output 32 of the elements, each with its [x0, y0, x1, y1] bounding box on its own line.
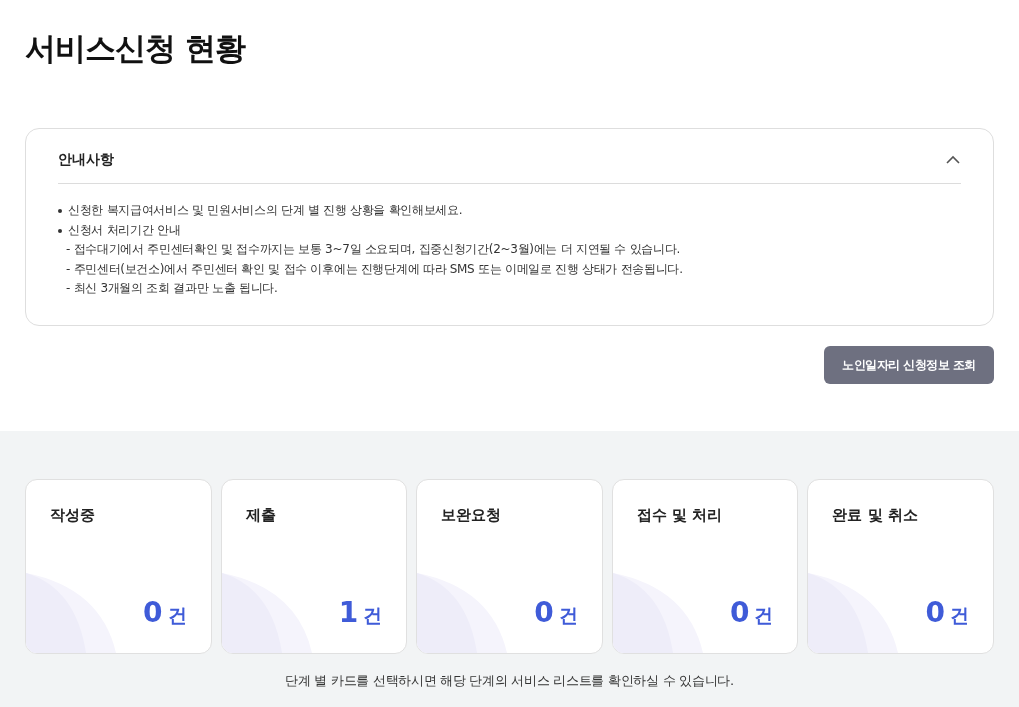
chevron-icon — [946, 155, 960, 164]
count-unit: 건 — [167, 605, 187, 625]
stage-card[interactable]: 보완요청 0 건 — [416, 478, 603, 654]
stage-count: 0 — [534, 598, 554, 627]
stage-count: 0 — [729, 598, 750, 627]
page-title: 서비스신청 현황 — [25, 29, 245, 68]
count-unit: 건 — [754, 605, 774, 625]
stage-label: 작성중 — [50, 504, 95, 526]
stage-label: 완료 및 취소 — [832, 504, 918, 526]
stage-count: 1 — [338, 598, 359, 627]
stage-label: 보완요청 — [441, 504, 502, 526]
count-unit: 건 — [558, 605, 578, 625]
count-unit: 건 — [363, 605, 383, 625]
stage-label: 제출 — [245, 504, 276, 526]
stage-label: 접수 및 처리 — [636, 504, 723, 526]
notice-subtext: - 접수대기에서 주민센터확인 및 접수까지는 보통 3~7일 소요되며, 집중신청기간(2~3월)에는 더 지연될 수 있습니다. — [65, 241, 680, 258]
stage-count: 0 — [925, 598, 945, 627]
stage-card[interactable]: 제출 1 건 — [220, 478, 408, 654]
stage-card[interactable]: 완료 및 취소 0 건 — [807, 478, 994, 654]
bullet-icon — [58, 228, 62, 233]
notice-subtext: - 주민센터(보건소)에서 주민센터 확인 및 접수 이후에는 진행단계에 따라 SMS 또는 이메일로 진행 상태가 전송됩니다. — [65, 260, 683, 278]
notice-text: 신청서 처리기간 안내 — [68, 221, 181, 239]
stage-card[interactable]: 접수 및 처리 0 건 — [611, 478, 799, 654]
stage-card[interactable]: 작성중 0 건 — [25, 478, 212, 654]
notice-title: 안내사항 — [58, 150, 114, 169]
count-unit: 건 — [950, 605, 969, 625]
stage-count: 0 — [143, 598, 163, 627]
senior-job-lookup-button[interactable]: 노인일자리 신청정보 조회 — [824, 345, 994, 384]
bullet-icon — [58, 209, 62, 213]
notice-text: 신청한 복지급여서비스 및 민원서비스의 단계 별 진행 상황을 확인해보세요. — [68, 202, 463, 219]
footer-note: 단계 별 카드를 선택하시면 해당 단계의 서비스 리스트를 확인하실 수 있습니다. — [285, 671, 734, 690]
notice-subtext: - 최신 3개월의 조회 결과만 노출 됩니다. — [65, 280, 278, 297]
